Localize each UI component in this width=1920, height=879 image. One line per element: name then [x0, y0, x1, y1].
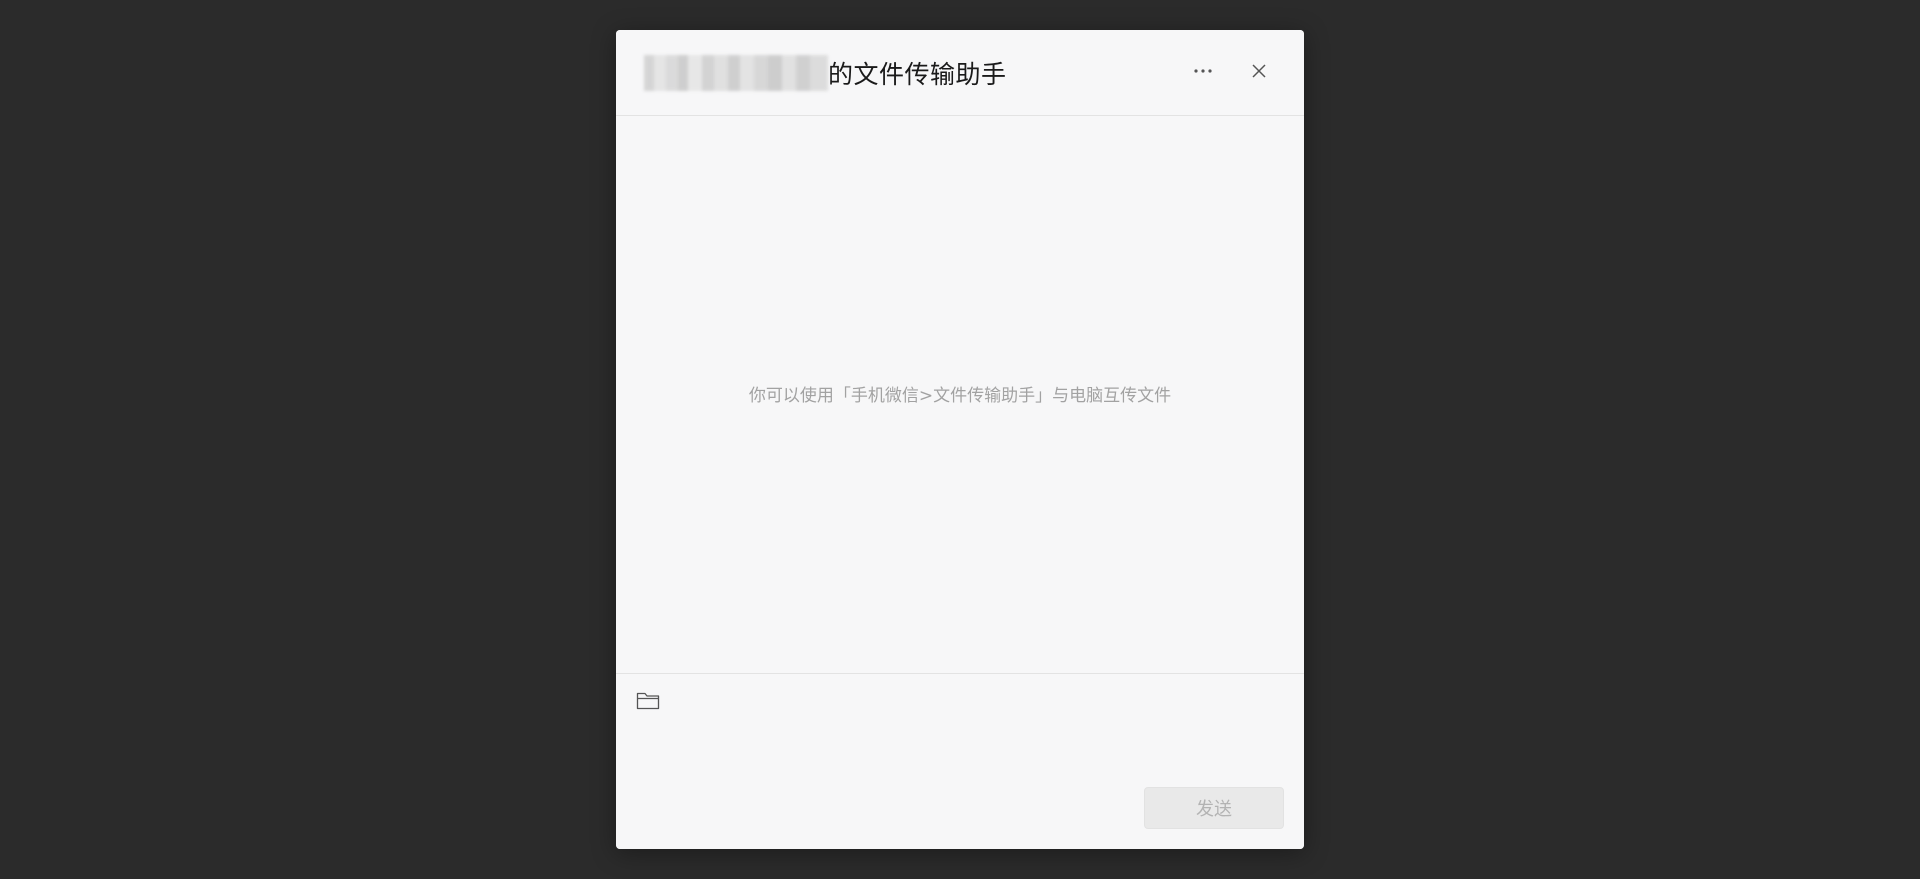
- more-options-button[interactable]: [1188, 56, 1218, 86]
- empty-hint: 你可以使用「手机微信>文件传输助手」与电脑互传文件: [748, 386, 1172, 406]
- dialog-title: 的文件传输助手: [644, 52, 1007, 94]
- send-file-button[interactable]: [634, 686, 662, 714]
- dialog-header: 的文件传输助手: [616, 30, 1304, 116]
- message-list[interactable]: 你可以使用「手机微信>文件传输助手」与电脑互传文件: [616, 116, 1304, 672]
- close-icon: [1252, 64, 1266, 78]
- composer-toolbar: [634, 686, 662, 714]
- close-button[interactable]: [1244, 56, 1274, 86]
- composer: 发送: [616, 673, 1304, 849]
- folder-icon: [636, 692, 660, 710]
- more-horizontal-icon: [1194, 69, 1212, 73]
- redacted-username: [644, 55, 828, 91]
- file-transfer-dialog: 的文件传输助手 你可以使用「手机微信>文件传输助手」与电脑互传文件 发送: [616, 30, 1304, 849]
- send-button[interactable]: 发送: [1144, 787, 1284, 829]
- dialog-title-text: 的文件传输助手: [828, 60, 1007, 89]
